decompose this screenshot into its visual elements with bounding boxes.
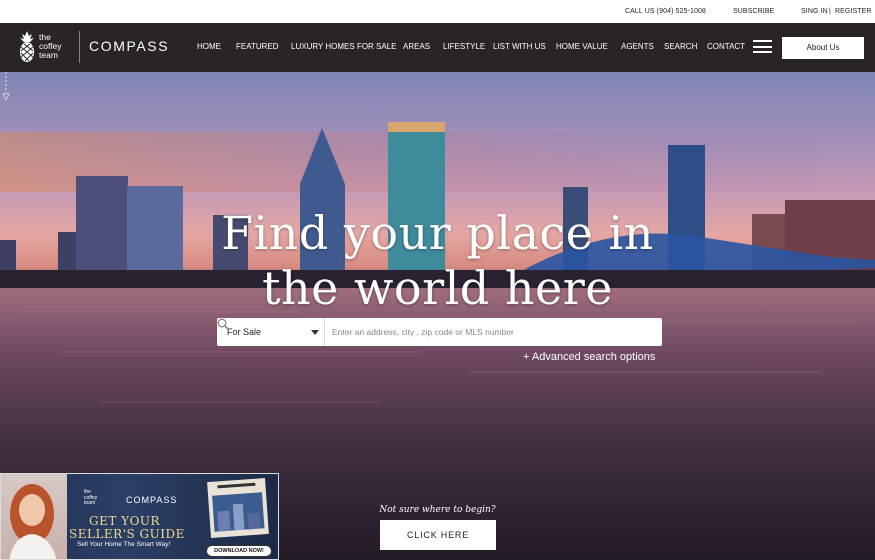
banner-compass-logo: COMPASS — [126, 495, 178, 505]
pineapple-icon — [20, 31, 34, 62]
nav-agents[interactable]: AGENTS — [621, 42, 654, 51]
nav-home[interactable]: HOME — [197, 42, 221, 51]
compass-logo[interactable]: COMPASS — [89, 38, 169, 54]
nav-home-value[interactable]: HOME VALUE — [556, 42, 608, 51]
property-search-bar: For Sale — [217, 318, 662, 346]
hamburger-menu-icon[interactable] — [753, 40, 772, 53]
banner-title-line-1: GET YOUR — [89, 514, 161, 528]
logo-divider — [79, 31, 80, 63]
listing-type-value: For Sale — [227, 327, 262, 337]
advanced-search-link[interactable]: + Advanced search options — [523, 351, 655, 363]
utility-bar: CALL US (904) 525-1008 SUBSCRIBE SING IN… — [0, 0, 875, 23]
sign-in-link[interactable]: SING IN — [801, 8, 828, 15]
click-here-button[interactable]: CLICK HERE — [380, 520, 496, 550]
coffey-team-logo[interactable]: the coffey team — [18, 29, 78, 65]
chevron-down-icon — [311, 330, 319, 335]
banner-tagline: Sell Your Home The Smart Way! — [77, 541, 171, 548]
banner-logo-line-3: team — [84, 500, 96, 506]
scroll-down-icon — [2, 72, 10, 101]
register-link[interactable]: REGISTER — [835, 8, 872, 15]
agent-photo — [1, 474, 67, 559]
nav-featured[interactable]: FEATURED — [236, 42, 279, 51]
nav-search[interactable]: SEARCH — [664, 42, 697, 51]
sellers-guide-banner[interactable]: the coffey team COMPASS GET YOUR SELLER'… — [0, 473, 279, 560]
banner-title-line-2: SELLER'S GUIDE — [69, 527, 185, 541]
nav-areas[interactable]: AREAS — [403, 42, 430, 51]
banner-team-logo: the coffey team — [84, 489, 97, 507]
search-icon[interactable] — [217, 318, 229, 330]
listing-type-select[interactable]: For Sale — [217, 318, 325, 346]
hero-headline-line-1: Find your place in — [221, 206, 654, 260]
nav-list-with-us[interactable]: LIST WITH US — [493, 42, 546, 51]
hero-headline-line-2: the world here — [262, 261, 613, 315]
search-input[interactable] — [332, 322, 632, 342]
call-us-link[interactable]: CALL US (904) 525-1008 — [625, 8, 706, 15]
subscribe-link[interactable]: SUBSCRIBE — [733, 8, 774, 15]
team-line-3: team — [39, 50, 58, 60]
about-us-button[interactable]: About Us — [782, 37, 864, 59]
download-now-button[interactable]: DOWNLOAD NOW! — [206, 545, 272, 557]
nav-contact[interactable]: CONTACT — [707, 42, 745, 51]
nav-luxury-homes[interactable]: LUXURY HOMES FOR SALE — [291, 42, 397, 51]
separator: | — [829, 8, 831, 15]
guide-book-image — [207, 478, 269, 538]
nav-lifestyle[interactable]: LIFESTYLE — [443, 42, 485, 51]
main-navigation: the coffey team COMPASS HOME FEATURED LU… — [0, 23, 875, 72]
team-name: the coffey team — [39, 33, 62, 60]
